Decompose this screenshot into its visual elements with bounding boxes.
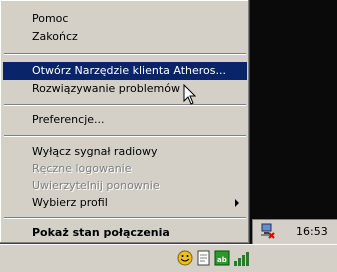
menu-item-manual-login: Ręczne logowanie [32,162,132,175]
svg-text:ab: ab [217,256,227,264]
mouse-pointer-icon [183,84,197,105]
menu-item-help[interactable]: Pomoc [3,10,247,28]
menu-separator [4,135,246,137]
menu-item-exit[interactable]: Zakończ [3,28,247,46]
document-icon[interactable] [196,249,212,267]
tray-context-menu: Pomoc Zakończ Otwórz Narzędzie klienta A… [0,0,250,244]
menu-item-select-profile[interactable]: Wybierz profil [3,194,247,212]
wireless-client-icon[interactable]: ab [214,249,232,267]
menu-separator [4,217,246,219]
network-disconnected-icon[interactable] [258,222,276,240]
menu-separator [4,104,246,106]
menu-item-show-connection-status[interactable]: Pokaż stan połączenia [3,224,247,242]
menu-item-select-profile-label: Wybierz profil [32,196,108,209]
menu-item-preferences[interactable]: Preferencje... [3,111,247,129]
tray-clock[interactable]: 16:53 [296,225,328,238]
menu-item-reauthenticate: Uwierzytelnij ponownie [32,179,160,192]
menu-item-troubleshooting[interactable]: Rozwiązywanie problemów [3,80,247,98]
menu-separator [4,53,246,55]
menu-item-open-atheros-client[interactable]: Otwórz Narzędzie klienta Atheros... [3,62,247,80]
taskbar [0,244,337,272]
signal-strength-icon[interactable] [233,249,251,267]
menu-item-disable-radio[interactable]: Wyłącz sygnał radiowy [3,143,247,161]
desktop-area [250,0,337,242]
submenu-arrow-icon [235,199,239,207]
smiley-icon[interactable] [176,249,194,267]
